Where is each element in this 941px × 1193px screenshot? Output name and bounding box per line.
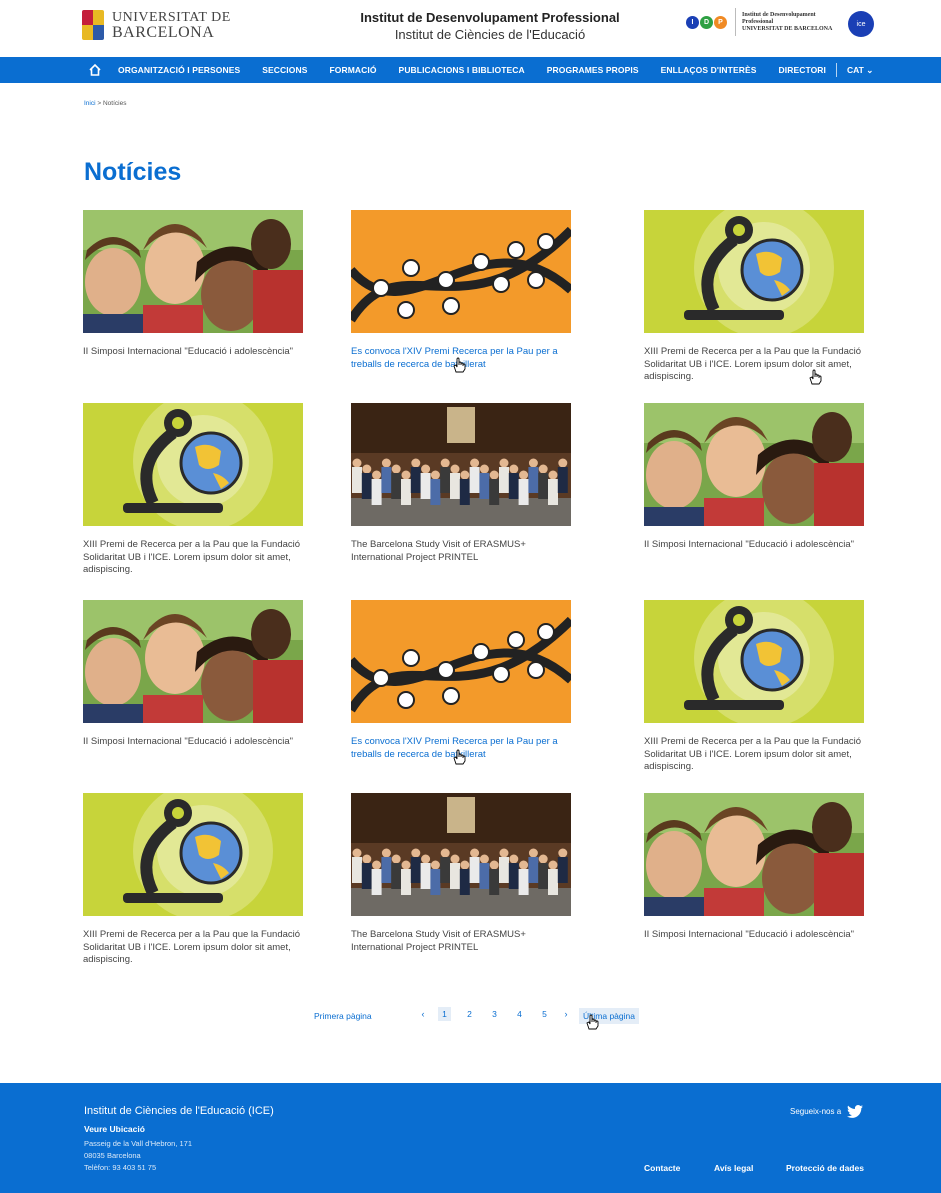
nav-item-publicacions[interactable]: PUBLICACIONS I BIBLIOTECA <box>399 65 525 75</box>
news-card-title[interactable]: XIII Premi de Recerca per a la Pau que l… <box>83 539 311 577</box>
news-card-image[interactable] <box>351 210 571 333</box>
twitter-icon[interactable] <box>847 1105 864 1118</box>
footer-address-line1: Passeig de la Vall d'Hebron, 171 <box>84 1139 193 1148</box>
news-card-title[interactable]: The Barcelona Study Visit of ERASMUS+ In… <box>351 539 579 564</box>
news-card-image[interactable] <box>644 600 864 723</box>
news-card[interactable]: Es convoca l'XIV Premi Recerca per la Pa… <box>351 600 571 761</box>
footer-location-link[interactable]: Veure Ubicació <box>84 1124 145 1134</box>
pagination-page[interactable]: 3 <box>482 1009 507 1019</box>
nav-item-enllacos[interactable]: ENLLAÇOS D'INTERÈS <box>661 65 757 75</box>
idp-logo[interactable]: I D P Institut de Desenvolupament Profes… <box>686 8 842 36</box>
breadcrumb: Inici > Notícies <box>84 100 126 107</box>
news-card[interactable]: XIII Premi de Recerca per a la Pau que l… <box>644 210 864 384</box>
ub-wordmark: UNIVERSITAT DE BARCELONA <box>112 10 231 41</box>
hand-cursor-icon <box>586 1014 599 1030</box>
footer-social-label: Segueix-nos a <box>790 1107 842 1116</box>
footer-link-contacte[interactable]: Contacte <box>644 1163 680 1173</box>
news-card-image[interactable] <box>644 793 864 916</box>
site-title: Institut de Desenvolupament Professional… <box>300 10 680 42</box>
news-card[interactable]: II Simposi Internacional "Educació i ado… <box>644 793 864 942</box>
breadcrumb-separator: > <box>97 100 102 107</box>
ub-line2: BARCELONA <box>112 24 215 41</box>
news-card-title[interactable]: XIII Premi de Recerca per a la Pau que l… <box>83 929 311 967</box>
news-card-image[interactable] <box>351 403 571 526</box>
footer-link-avis-legal[interactable]: Avís legal <box>714 1163 753 1173</box>
main-nav: ORGANITZACIÓ I PERSONES SECCIONS FORMACI… <box>0 57 941 83</box>
pagination: Primera pàgina ‹ 1 2 3 4 5 › Última pàgi… <box>0 1007 941 1030</box>
idp-circles-icon: I D P <box>686 15 727 29</box>
pagination-page[interactable]: 4 <box>507 1009 532 1019</box>
idp-text-line1: Institut de Desenvolupament <box>742 11 816 18</box>
pagination-next-icon[interactable]: › <box>557 1009 575 1019</box>
hand-cursor-icon <box>453 357 466 373</box>
idp-letter-d: D <box>700 15 713 29</box>
language-selector[interactable]: CAT ⌄ <box>847 65 873 76</box>
ub-crest-icon <box>82 10 104 40</box>
hand-cursor-icon <box>453 749 466 765</box>
news-card-title[interactable]: II Simposi Internacional "Educació i ado… <box>644 539 872 552</box>
idp-letter-i: I <box>686 15 699 29</box>
news-card-image[interactable] <box>351 793 571 916</box>
news-card[interactable]: II Simposi Internacional "Educació i ado… <box>83 600 303 749</box>
idp-text-line3: UNIVERSITAT DE BARCELONA <box>742 25 833 32</box>
site-footer: Institut de Ciències de l'Educació (ICE)… <box>0 1083 941 1193</box>
footer-address-line2: 08035 Barcelona <box>84 1151 141 1160</box>
pagination-prev-icon[interactable]: ‹ <box>414 1009 432 1019</box>
news-card-title[interactable]: II Simposi Internacional "Educació i ado… <box>83 346 311 359</box>
nav-item-formacio[interactable]: FORMACIÓ <box>329 65 376 75</box>
news-card-title[interactable]: XIII Premi de Recerca per a la Pau que l… <box>644 346 872 384</box>
ub-logo[interactable]: UNIVERSITAT DE BARCELONA <box>82 10 231 41</box>
nav-item-organitzacio[interactable]: ORGANITZACIÓ I PERSONES <box>118 65 240 75</box>
footer-link-proteccio[interactable]: Protecció de dades <box>786 1163 864 1173</box>
news-card-title[interactable]: II Simposi Internacional "Educació i ado… <box>644 929 872 942</box>
idp-letter-p: P <box>714 15 727 29</box>
news-card-title[interactable]: II Simposi Internacional "Educació i ado… <box>83 736 311 749</box>
news-card-title[interactable]: The Barcelona Study Visit of ERASMUS+ In… <box>351 929 579 954</box>
news-card-image[interactable] <box>644 210 864 333</box>
pagination-first[interactable]: Primera pàgina <box>314 1011 372 1021</box>
site-title-line1: Institut de Desenvolupament Professional <box>360 10 620 25</box>
breadcrumb-home[interactable]: Inici <box>84 100 96 107</box>
home-icon[interactable] <box>88 63 102 77</box>
site-header: UNIVERSITAT DE BARCELONA Institut de Des… <box>0 0 941 56</box>
news-card-image[interactable] <box>351 600 571 723</box>
news-card-title[interactable]: XIII Premi de Recerca per a la Pau que l… <box>644 736 872 774</box>
news-card[interactable]: XIII Premi de Recerca per a la Pau que l… <box>83 793 303 967</box>
nav-item-seccions[interactable]: SECCIONS <box>262 65 307 75</box>
hand-cursor-icon <box>809 369 822 385</box>
breadcrumb-current: Notícies <box>102 100 127 107</box>
news-card-image[interactable] <box>83 403 303 526</box>
idp-wordmark: Institut de Desenvolupament Professional… <box>742 12 842 33</box>
news-card[interactable]: II Simposi Internacional "Educació i ado… <box>83 210 303 359</box>
nav-item-directori[interactable]: DIRECTORI <box>779 65 827 75</box>
news-card[interactable]: XIII Premi de Recerca per a la Pau que l… <box>644 600 864 774</box>
site-title-line2: Institut de Ciències de l'Educació <box>394 27 586 42</box>
pagination-page[interactable]: 1 <box>432 1007 457 1021</box>
news-card-image[interactable] <box>83 210 303 333</box>
news-card[interactable]: The Barcelona Study Visit of ERASMUS+ In… <box>351 403 571 564</box>
news-card[interactable]: II Simposi Internacional "Educació i ado… <box>644 403 864 552</box>
footer-social[interactable]: Segueix-nos a <box>790 1105 864 1118</box>
page-title: Notícies <box>84 158 182 186</box>
news-card-image[interactable] <box>83 600 303 723</box>
logo-divider <box>735 8 736 36</box>
footer-title: Institut de Ciències de l'Educació (ICE) <box>84 1105 274 1117</box>
news-card[interactable]: XIII Premi de Recerca per a la Pau que l… <box>83 403 303 577</box>
nav-item-programes[interactable]: PROGRAMES PROPIS <box>547 65 639 75</box>
news-card-image[interactable] <box>644 403 864 526</box>
nav-divider <box>836 63 838 77</box>
ice-logo[interactable]: ice <box>848 11 874 37</box>
footer-phone: Telèfon: 93 403 51 75 <box>84 1163 157 1172</box>
pagination-page[interactable]: 2 <box>457 1009 482 1019</box>
ub-line1: UNIVERSITAT DE <box>112 10 231 25</box>
news-card[interactable]: The Barcelona Study Visit of ERASMUS+ In… <box>351 793 571 954</box>
idp-text-line2: Professional <box>742 18 774 25</box>
news-card-image[interactable] <box>83 793 303 916</box>
news-card[interactable]: Es convoca l'XIV Premi Recerca per la Pa… <box>351 210 571 371</box>
pagination-page[interactable]: 5 <box>532 1009 557 1019</box>
